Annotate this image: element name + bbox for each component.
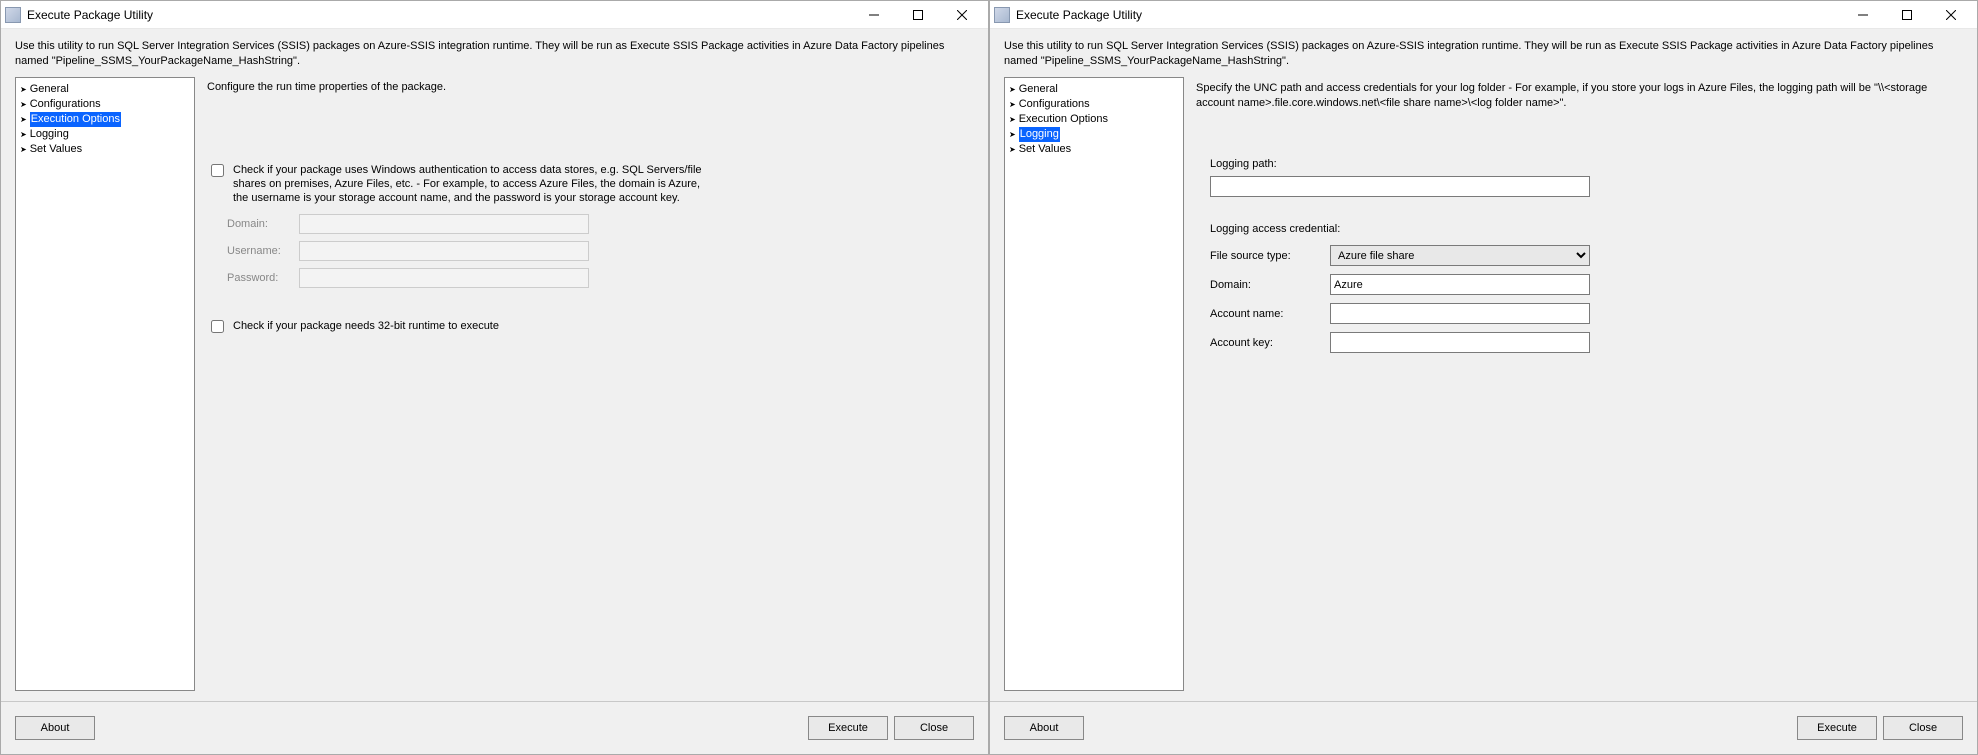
intro-text: Use this utility to run SQL Server Integ…	[1, 29, 988, 77]
maximize-button[interactable]	[896, 2, 940, 28]
app-icon	[5, 7, 21, 23]
body: Use this utility to run SQL Server Integ…	[1, 29, 988, 754]
username-input	[299, 241, 589, 261]
body: Use this utility to run SQL Server Integ…	[990, 29, 1977, 754]
nav-arrow-icon: ➤	[20, 127, 27, 142]
nav-arrow-icon: ➤	[1009, 97, 1016, 112]
window-controls	[852, 2, 984, 28]
bit32-checkbox[interactable]	[211, 320, 224, 333]
auth-checkbox[interactable]	[211, 164, 224, 177]
about-button[interactable]: About	[15, 716, 95, 740]
domain-input	[299, 214, 589, 234]
auth-checkbox-label: Check if your package uses Windows authe…	[233, 163, 703, 206]
domain-label: Domain:	[227, 218, 299, 230]
nav-label: Set Values	[1019, 142, 1071, 157]
account-key-label: Account key:	[1210, 337, 1330, 349]
minimize-button[interactable]	[852, 2, 896, 28]
app-icon	[994, 7, 1010, 23]
nav-arrow-icon: ➤	[20, 97, 27, 112]
intro-text: Use this utility to run SQL Server Integ…	[990, 29, 1977, 77]
nav-arrow-icon: ➤	[1009, 127, 1016, 142]
titlebar: Execute Package Utility	[1, 1, 988, 29]
nav-label: Set Values	[30, 142, 82, 157]
logging-group: Logging path: Logging access credential:…	[1210, 158, 1959, 353]
domain-row: Domain:	[227, 214, 970, 234]
nav-pane: ➤General ➤Configurations ➤Execution Opti…	[1004, 77, 1184, 691]
footer: About Execute Close	[1, 701, 988, 754]
username-label: Username:	[227, 245, 299, 257]
nav-item-execution-options[interactable]: ➤Execution Options	[18, 112, 192, 127]
bit32-checkbox-row: Check if your package needs 32-bit runti…	[207, 319, 970, 336]
nav-item-execution-options[interactable]: ➤Execution Options	[1007, 112, 1181, 127]
minimize-button[interactable]	[1841, 2, 1885, 28]
window-right: Execute Package Utility Use this utility…	[989, 0, 1978, 755]
nav-label: Logging	[30, 127, 69, 142]
main-split: ➤General ➤Configurations ➤Execution Opti…	[1, 77, 988, 701]
nav-label: General	[1019, 82, 1058, 97]
nav-item-logging[interactable]: ➤Logging	[1007, 127, 1181, 142]
nav-label: Execution Options	[1019, 112, 1108, 127]
maximize-button[interactable]	[1885, 2, 1929, 28]
nav-label: Execution Options	[30, 112, 121, 127]
file-source-label: File source type:	[1210, 250, 1330, 262]
nav-label: General	[30, 82, 69, 97]
file-source-select[interactable]: Azure file share	[1330, 245, 1590, 266]
auth-fields: Domain: Username: Password:	[227, 214, 970, 288]
content-pane: Specify the UNC path and access credenti…	[1194, 77, 1967, 691]
account-name-row: Account name:	[1210, 303, 1959, 324]
window-left: Execute Package Utility Use this utility…	[0, 0, 989, 755]
about-button[interactable]: About	[1004, 716, 1084, 740]
nav-item-set-values[interactable]: ➤Set Values	[18, 142, 192, 157]
footer: About Execute Close	[990, 701, 1977, 754]
nav-item-set-values[interactable]: ➤Set Values	[1007, 142, 1181, 157]
domain-input[interactable]	[1330, 274, 1590, 295]
logging-cred-label: Logging access credential:	[1210, 223, 1959, 235]
content-header: Specify the UNC path and access credenti…	[1196, 81, 1959, 111]
titlebar: Execute Package Utility	[990, 1, 1977, 29]
main-split: ➤General ➤Configurations ➤Execution Opti…	[990, 77, 1977, 701]
domain-row: Domain:	[1210, 274, 1959, 295]
nav-arrow-icon: ➤	[1009, 112, 1016, 127]
password-input	[299, 268, 589, 288]
nav-item-configurations[interactable]: ➤Configurations	[18, 97, 192, 112]
logging-path-input[interactable]	[1210, 176, 1590, 197]
bit32-checkbox-label: Check if your package needs 32-bit runti…	[233, 319, 499, 333]
nav-label: Configurations	[1019, 97, 1090, 112]
account-name-input[interactable]	[1330, 303, 1590, 324]
account-key-row: Account key:	[1210, 332, 1959, 353]
domain-label: Domain:	[1210, 279, 1330, 291]
nav-label: Configurations	[30, 97, 101, 112]
window-title: Execute Package Utility	[27, 8, 852, 22]
file-source-row: File source type: Azure file share	[1210, 245, 1959, 266]
nav-item-logging[interactable]: ➤Logging	[18, 127, 192, 142]
window-title: Execute Package Utility	[1016, 8, 1841, 22]
password-row: Password:	[227, 268, 970, 288]
close-button[interactable]	[940, 2, 984, 28]
content-header: Configure the run time properties of the…	[207, 81, 970, 93]
auth-checkbox-row: Check if your package uses Windows authe…	[207, 163, 970, 206]
close-button-footer[interactable]: Close	[1883, 716, 1963, 740]
nav-arrow-icon: ➤	[20, 142, 27, 157]
nav-item-configurations[interactable]: ➤Configurations	[1007, 97, 1181, 112]
nav-arrow-icon: ➤	[1009, 142, 1016, 157]
nav-arrow-icon: ➤	[20, 82, 27, 97]
execute-button[interactable]: Execute	[1797, 716, 1877, 740]
account-name-label: Account name:	[1210, 308, 1330, 320]
nav-pane: ➤General ➤Configurations ➤Execution Opti…	[15, 77, 195, 691]
password-label: Password:	[227, 272, 299, 284]
window-controls	[1841, 2, 1973, 28]
nav-arrow-icon: ➤	[20, 112, 27, 127]
account-key-input[interactable]	[1330, 332, 1590, 353]
execute-button[interactable]: Execute	[808, 716, 888, 740]
username-row: Username:	[227, 241, 970, 261]
nav-label: Logging	[1019, 127, 1060, 142]
close-button-footer[interactable]: Close	[894, 716, 974, 740]
nav-item-general[interactable]: ➤General	[1007, 82, 1181, 97]
close-button[interactable]	[1929, 2, 1973, 28]
nav-arrow-icon: ➤	[1009, 82, 1016, 97]
content-pane: Configure the run time properties of the…	[205, 77, 978, 691]
logging-path-label: Logging path:	[1210, 158, 1959, 170]
nav-item-general[interactable]: ➤General	[18, 82, 192, 97]
